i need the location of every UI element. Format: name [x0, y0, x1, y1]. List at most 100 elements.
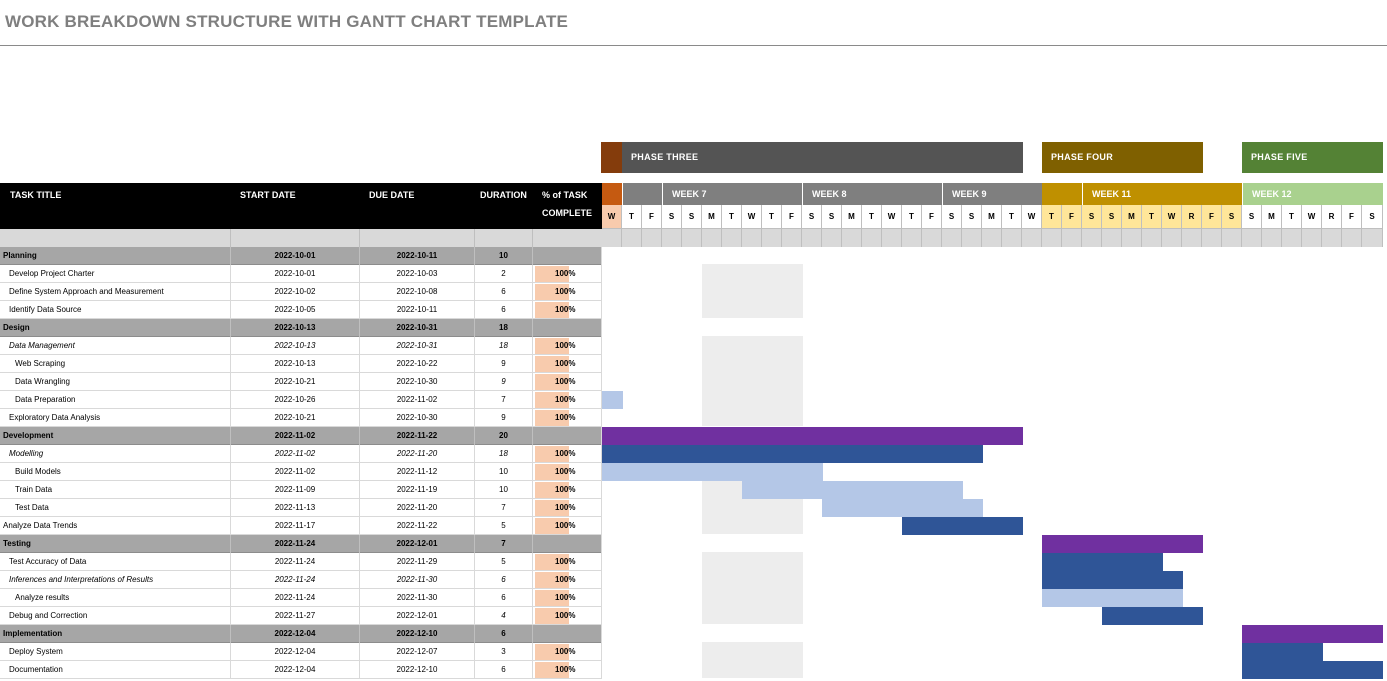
duration-cell[interactable]: 5 [474, 517, 532, 535]
start-date-cell[interactable]: 2022-11-02 [230, 463, 359, 481]
header-pct-line1[interactable]: % of TASK [542, 190, 587, 200]
task-title-cell[interactable]: Analyze Data Trends [0, 517, 230, 535]
due-date-cell[interactable]: 2022-10-30 [359, 409, 474, 427]
start-date-cell[interactable]: 2022-10-13 [230, 319, 359, 337]
table-row[interactable]: Documentation 2022-12-04 2022-12-10 6 100% [0, 661, 602, 679]
table-row[interactable]: Identify Data Source 2022-10-05 2022-10-11… [0, 301, 602, 319]
header-start-date[interactable]: START DATE [240, 190, 296, 200]
gantt-bar[interactable] [902, 517, 1023, 535]
gantt-bar[interactable] [1042, 571, 1183, 589]
header-pct-line2[interactable]: COMPLETE [542, 208, 592, 218]
start-date-cell[interactable]: 2022-11-27 [230, 607, 359, 625]
start-date-cell[interactable]: 2022-10-21 [230, 409, 359, 427]
duration-cell[interactable]: 18 [474, 319, 532, 337]
duration-cell[interactable]: 7 [474, 499, 532, 517]
task-group-row[interactable]: Design 2022-10-13 2022-10-31 18 [0, 319, 602, 337]
task-title-cell[interactable]: Exploratory Data Analysis [0, 409, 230, 427]
gantt-bar[interactable] [1102, 607, 1203, 625]
task-group-row[interactable]: Testing 2022-11-24 2022-12-01 7 [0, 535, 602, 553]
due-date-cell[interactable]: 2022-11-02 [359, 391, 474, 409]
task-title-cell[interactable]: Train Data [0, 481, 230, 499]
pct-complete-cell[interactable] [532, 319, 602, 337]
task-title-cell[interactable]: Design [0, 319, 230, 337]
start-date-cell[interactable]: 2022-11-24 [230, 571, 359, 589]
pct-complete-cell[interactable]: 100% [532, 553, 602, 571]
gantt-bar[interactable] [742, 481, 963, 499]
due-date-cell[interactable]: 2022-11-20 [359, 445, 474, 463]
due-date-cell[interactable]: 2022-12-07 [359, 643, 474, 661]
task-title-cell[interactable]: Planning [0, 247, 230, 265]
due-date-cell[interactable]: 2022-12-10 [359, 625, 474, 643]
table-row[interactable]: Inferences and Interpretations of Result… [0, 571, 602, 589]
pct-complete-cell[interactable]: 100% [532, 589, 602, 607]
task-title-cell[interactable]: Build Models [0, 463, 230, 481]
due-date-cell[interactable]: 2022-12-10 [359, 661, 474, 679]
pct-complete-cell[interactable] [532, 427, 602, 445]
due-date-cell[interactable]: 2022-10-31 [359, 319, 474, 337]
start-date-cell[interactable]: 2022-10-26 [230, 391, 359, 409]
due-date-cell[interactable]: 2022-10-31 [359, 337, 474, 355]
pct-complete-cell[interactable] [532, 535, 602, 553]
task-title-cell[interactable]: Analyze results [0, 589, 230, 607]
task-title-cell[interactable]: Implementation [0, 625, 230, 643]
due-date-cell[interactable]: 2022-10-22 [359, 355, 474, 373]
start-date-cell[interactable]: 2022-11-02 [230, 445, 359, 463]
table-row[interactable]: Web Scraping 2022-10-13 2022-10-22 9 100% [0, 355, 602, 373]
pct-complete-cell[interactable] [532, 247, 602, 265]
duration-cell[interactable]: 10 [474, 463, 532, 481]
gantt-bar[interactable] [1042, 535, 1203, 553]
gantt-bar[interactable] [1242, 661, 1383, 679]
duration-cell[interactable]: 6 [474, 625, 532, 643]
pct-complete-cell[interactable]: 100% [532, 391, 602, 409]
start-date-cell[interactable]: 2022-10-13 [230, 337, 359, 355]
pct-complete-cell[interactable]: 100% [532, 337, 602, 355]
header-task-title[interactable]: TASK TITLE [10, 190, 61, 200]
due-date-cell[interactable]: 2022-11-30 [359, 571, 474, 589]
gantt-bar[interactable] [602, 463, 823, 481]
duration-cell[interactable]: 18 [474, 337, 532, 355]
duration-cell[interactable]: 10 [474, 481, 532, 499]
pct-complete-cell[interactable]: 100% [532, 517, 602, 535]
table-row[interactable]: Train Data 2022-11-09 2022-11-19 10 100% [0, 481, 602, 499]
table-row[interactable]: Data Wrangling 2022-10-21 2022-10-30 9 100% [0, 373, 602, 391]
duration-cell[interactable]: 5 [474, 553, 532, 571]
duration-cell[interactable]: 6 [474, 589, 532, 607]
task-title-cell[interactable]: Debug and Correction [0, 607, 230, 625]
task-title-cell[interactable]: Inferences and Interpretations of Result… [0, 571, 230, 589]
start-date-cell[interactable]: 2022-11-24 [230, 553, 359, 571]
task-title-cell[interactable]: Develop Project Charter [0, 265, 230, 283]
due-date-cell[interactable]: 2022-10-03 [359, 265, 474, 283]
task-group-row[interactable]: Implementation 2022-12-04 2022-12-10 6 [0, 625, 602, 643]
duration-cell[interactable]: 9 [474, 355, 532, 373]
pct-complete-cell[interactable]: 100% [532, 445, 602, 463]
pct-complete-cell[interactable]: 100% [532, 643, 602, 661]
start-date-cell[interactable]: 2022-10-02 [230, 283, 359, 301]
duration-cell[interactable]: 18 [474, 445, 532, 463]
header-due-date[interactable]: DUE DATE [369, 190, 414, 200]
gantt-bar[interactable] [602, 427, 1023, 445]
table-row[interactable]: Modelling 2022-11-02 2022-11-20 18 100% [0, 445, 602, 463]
task-title-cell[interactable]: Web Scraping [0, 355, 230, 373]
task-title-cell[interactable]: Test Data [0, 499, 230, 517]
task-title-cell[interactable]: Data Preparation [0, 391, 230, 409]
duration-cell[interactable]: 2 [474, 265, 532, 283]
pct-complete-cell[interactable]: 100% [532, 283, 602, 301]
table-row[interactable]: Data Management 2022-10-13 2022-10-31 18 100… [0, 337, 602, 355]
table-row[interactable]: Data Preparation 2022-10-26 2022-11-02 7 100… [0, 391, 602, 409]
table-row[interactable]: Define System Approach and Measurement 20… [0, 283, 602, 301]
gantt-bar[interactable] [1042, 589, 1183, 607]
pct-complete-cell[interactable]: 100% [532, 355, 602, 373]
due-date-cell[interactable]: 2022-10-08 [359, 283, 474, 301]
gantt-bar[interactable] [1042, 553, 1163, 571]
pct-complete-cell[interactable]: 100% [532, 481, 602, 499]
duration-cell[interactable]: 9 [474, 409, 532, 427]
due-date-cell[interactable]: 2022-10-30 [359, 373, 474, 391]
gantt-bar[interactable] [602, 445, 983, 463]
duration-cell[interactable]: 6 [474, 571, 532, 589]
due-date-cell[interactable]: 2022-11-22 [359, 517, 474, 535]
due-date-cell[interactable]: 2022-12-01 [359, 535, 474, 553]
gantt-bar[interactable] [822, 499, 983, 517]
duration-cell[interactable]: 20 [474, 427, 532, 445]
start-date-cell[interactable]: 2022-10-01 [230, 247, 359, 265]
table-row[interactable]: Exploratory Data Analysis 2022-10-21 2022-… [0, 409, 602, 427]
